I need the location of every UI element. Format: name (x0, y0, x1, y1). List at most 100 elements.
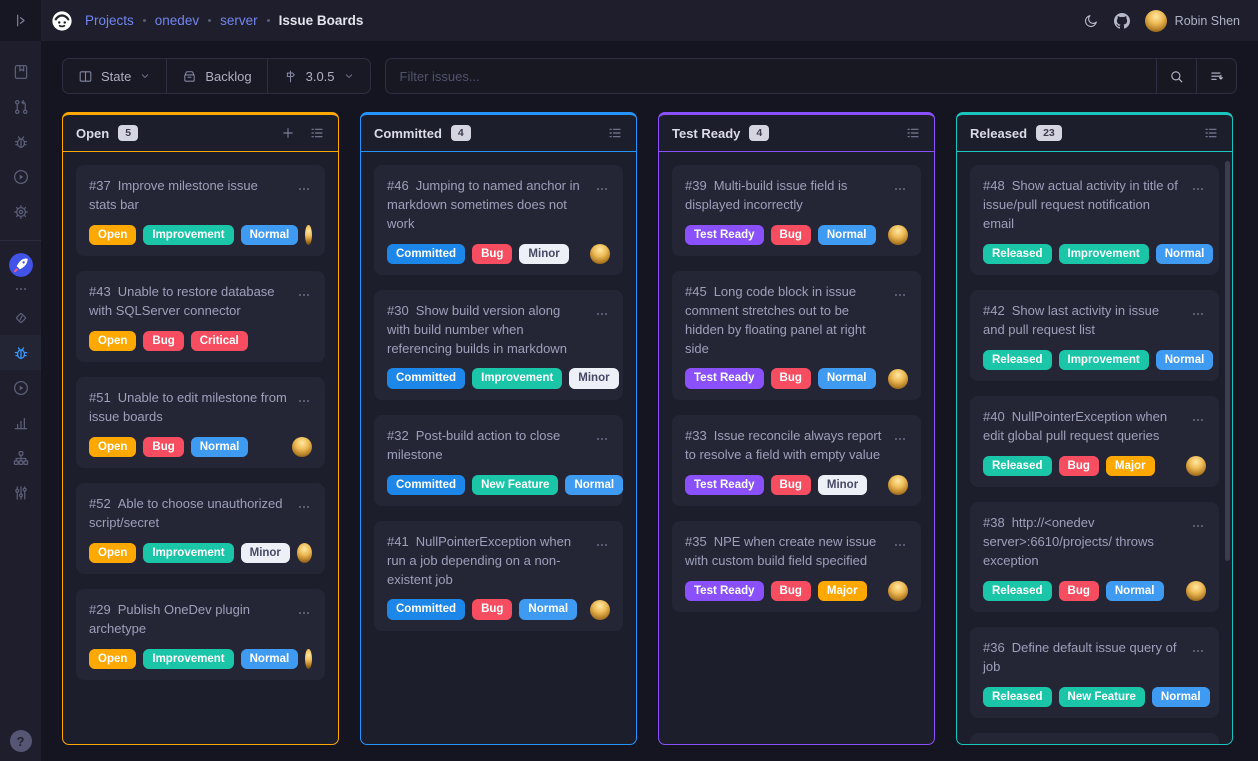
issue-title: #35NPE when create new issue with custom… (685, 533, 884, 571)
issue-card[interactable]: #39Multi-build issue field is displayed … (672, 165, 921, 256)
label-pill: Normal (1156, 350, 1214, 370)
column-menu-button[interactable] (309, 125, 325, 141)
sidebar-item-pull-request[interactable] (0, 89, 41, 124)
rocket-project-avatar[interactable] (8, 252, 34, 278)
issue-card[interactable]: #30Show build version along with build n… (374, 290, 623, 400)
dark-mode-moon-icon[interactable] (1083, 13, 1099, 29)
issue-number: #37 (89, 178, 111, 193)
board-select-button[interactable]: State (63, 59, 166, 93)
column-menu-button[interactable] (1203, 125, 1219, 141)
add-card-button[interactable] (280, 125, 296, 141)
issue-card[interactable]: #43Unable to restore database with SQLSe… (76, 271, 325, 362)
issue-card[interactable]: #34Display open milestones first when ch… (970, 733, 1219, 744)
issue-labels: OpenImprovementMinor (89, 543, 312, 563)
search-button[interactable] (1156, 59, 1196, 93)
column-scrollbar[interactable] (1225, 161, 1230, 561)
issue-title: #43Unable to restore database with SQLSe… (89, 283, 288, 321)
issue-number: #52 (89, 496, 111, 511)
card-menu-button[interactable] (296, 283, 312, 308)
column-menu-button[interactable] (607, 125, 623, 141)
sidebar-project-item-sliders[interactable] (0, 475, 41, 510)
sidebar-overflow-button[interactable] (0, 278, 41, 300)
github-icon[interactable] (1114, 13, 1130, 29)
card-menu-button[interactable] (892, 533, 908, 558)
issue-card[interactable]: #41NullPointerException when run a job d… (374, 521, 623, 631)
chevron-down-icon (343, 70, 355, 82)
card-menu-button[interactable] (296, 495, 312, 520)
issue-card[interactable]: #35NPE when create new issue with custom… (672, 521, 921, 612)
label-pill: Released (983, 581, 1052, 601)
card-menu-button[interactable] (594, 177, 610, 202)
card-menu-button[interactable] (892, 283, 908, 308)
card-menu-button[interactable] (296, 177, 312, 202)
sidebar-project-item-play-circle[interactable] (0, 370, 41, 405)
issue-card[interactable]: #33Issue reconcile always report to reso… (672, 415, 921, 506)
column-menu-button[interactable] (905, 125, 921, 141)
sidebar-project-item-bug-active[interactable] (0, 335, 41, 370)
issue-title: #30Show build version along with build n… (387, 302, 586, 359)
issue-card[interactable]: #45Long code block in issue comment stre… (672, 271, 921, 400)
ellipsis-icon (594, 306, 610, 322)
card-menu-button[interactable] (892, 177, 908, 202)
sidebar-item-gear[interactable] (0, 194, 41, 229)
assignee-avatar (305, 649, 312, 669)
code-icon (12, 309, 30, 327)
card-menu-button[interactable] (594, 302, 610, 327)
card-menu-button[interactable] (1190, 302, 1206, 327)
sidebar-item-play-circle[interactable] (0, 159, 41, 194)
issue-card[interactable]: #36Define default issue query of jobRele… (970, 627, 1219, 718)
card-menu-button[interactable] (296, 389, 312, 414)
issue-card[interactable]: #42Show last activity in issue and pull … (970, 290, 1219, 381)
issue-card[interactable]: #29Publish OneDev plugin archetypeOpenIm… (76, 589, 325, 680)
sidebar-item-journal[interactable] (0, 54, 41, 89)
issue-card[interactable]: #37Improve milestone issue stats barOpen… (76, 165, 325, 256)
card-menu-button[interactable] (1190, 514, 1206, 539)
card-menu-button[interactable] (594, 427, 610, 452)
label-pill: Normal (1152, 687, 1210, 707)
breadcrumb-link[interactable]: Projects (85, 13, 134, 28)
help-button[interactable]: ? (10, 730, 32, 752)
assignee-avatar (888, 581, 908, 601)
milestone-select-button[interactable]: 3.0.5 (267, 59, 370, 93)
bug-icon (12, 344, 30, 362)
issue-card[interactable]: #48Show actual activity in title of issu… (970, 165, 1219, 275)
label-pill: Normal (241, 649, 299, 669)
issue-card[interactable]: #40NullPointerException when edit global… (970, 396, 1219, 487)
sidebar-project-item-bar-chart[interactable] (0, 405, 41, 440)
filter-issues-input[interactable] (386, 59, 1156, 93)
mini-sidebar: ? (0, 0, 41, 761)
sidebar-project-item-sitemap[interactable] (0, 440, 41, 475)
card-menu-button[interactable] (1190, 408, 1206, 433)
issue-card[interactable]: #46Jumping to named anchor in markdown s… (374, 165, 623, 275)
user-menu[interactable]: Robin Shen (1145, 10, 1240, 32)
issue-card[interactable]: #32Post-build action to close milestoneC… (374, 415, 623, 506)
label-pill: New Feature (472, 475, 558, 495)
issue-card[interactable]: #52Able to choose unauthorized script/se… (76, 483, 325, 574)
card-menu-button[interactable] (892, 427, 908, 452)
card-menu-button[interactable] (594, 533, 610, 558)
label-pill: Improvement (143, 649, 233, 669)
card-menu-button[interactable] (1190, 177, 1206, 202)
card-menu-button[interactable] (1190, 639, 1206, 664)
topbar: ProjectsonedevserverIssue Boards Robin S… (41, 0, 1258, 41)
ellipsis-icon (296, 287, 312, 303)
onedev-logo[interactable] (51, 10, 73, 32)
assignee-avatar (1186, 581, 1206, 601)
ellipsis-icon (1190, 181, 1206, 197)
card-menu-button[interactable] (296, 601, 312, 626)
column-card-list: #37Improve milestone issue stats barOpen… (63, 152, 338, 744)
sidebar-expand-button[interactable] (0, 0, 41, 41)
ellipsis-icon (1190, 518, 1206, 534)
backlog-button[interactable]: Backlog (166, 59, 266, 93)
saved-queries-button[interactable] (1196, 59, 1236, 93)
ellipsis-icon (1190, 306, 1206, 322)
breadcrumb-link[interactable]: onedev (155, 13, 199, 28)
issue-card[interactable]: #51Unable to edit milestone from issue b… (76, 377, 325, 468)
ellipsis-icon (892, 287, 908, 303)
breadcrumb-separator (208, 19, 211, 22)
bar-chart-icon (12, 414, 30, 432)
sidebar-project-item-code[interactable] (0, 300, 41, 335)
sidebar-item-bug[interactable] (0, 124, 41, 159)
breadcrumb-link[interactable]: server (220, 13, 258, 28)
issue-card[interactable]: #38http://<onedev server>:6610/projects/… (970, 502, 1219, 612)
